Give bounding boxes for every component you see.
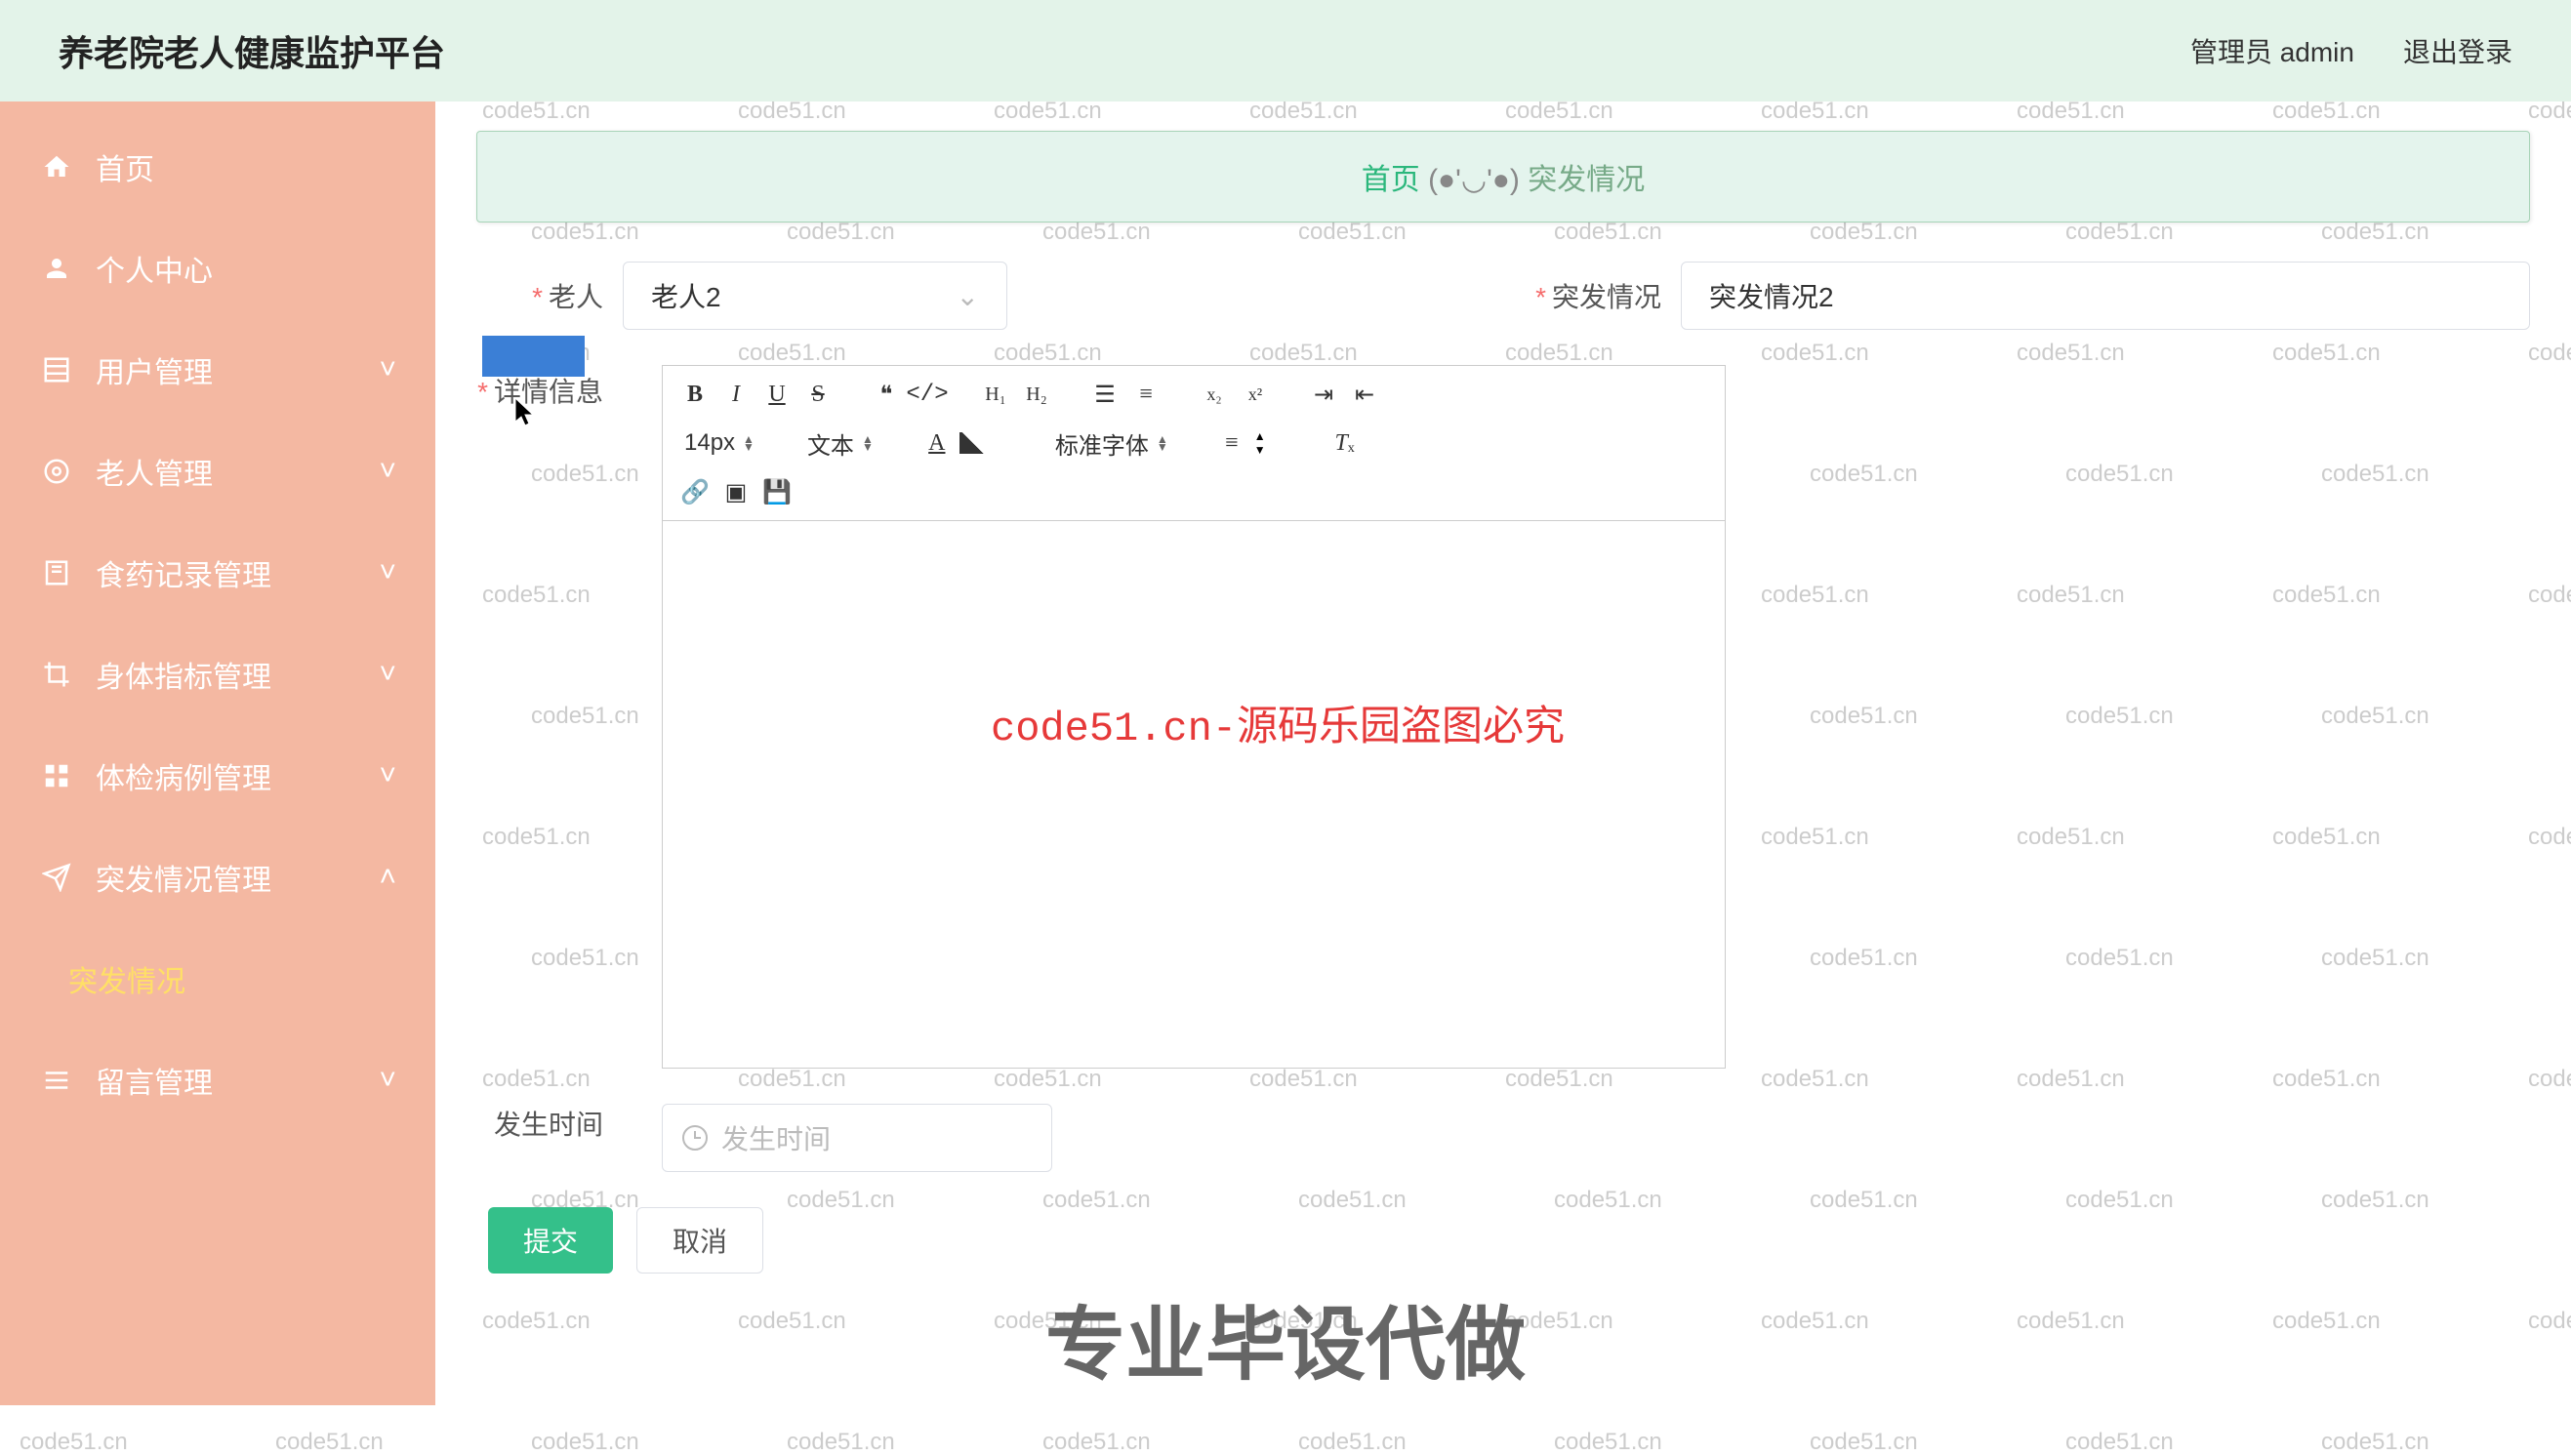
breadcrumb-current: 突发情况 — [1528, 164, 1645, 196]
chevron-down-icon: ˅ — [379, 658, 396, 691]
h2-icon[interactable]: H₂ — [1018, 376, 1055, 413]
underline-icon[interactable]: U — [758, 376, 796, 413]
bold-icon[interactable]: B — [676, 376, 714, 413]
align-icon[interactable]: ≡ — [1213, 425, 1250, 462]
sidebar-item-label: 突发情况管理 — [96, 856, 271, 899]
breadcrumb: 首页 (●'◡'●) 突发情况 — [476, 131, 2530, 222]
time-label: 发生时间 — [476, 1104, 603, 1143]
sidebar-item-9[interactable]: 留言管理 ˅ — [0, 1030, 435, 1131]
clock-icon — [682, 1125, 708, 1151]
save-icon[interactable]: 💾 — [758, 473, 796, 510]
situation-label: *突发情况 — [1495, 276, 1661, 315]
sidebar-item-2[interactable]: 用户管理 ˅ — [0, 319, 435, 421]
menu-icon — [39, 1063, 74, 1098]
clear-format-icon[interactable]: Tₓ — [1326, 425, 1364, 462]
strike-icon[interactable]: S — [799, 376, 837, 413]
sidebar: 首页个人中心用户管理 ˅ 老人管理 ˅ 食药记录管理 ˅ 身体指标管理 ˅ 体检病例管理 ˅ 突发情… — [0, 101, 435, 1405]
italic-icon[interactable]: I — [717, 376, 755, 413]
chevron-down-icon: ˅ — [379, 1064, 396, 1097]
sidebar-item-0[interactable]: 首页 — [0, 116, 435, 218]
sidebar-item-1[interactable]: 个人中心 — [0, 218, 435, 319]
elder-label: *老人 — [476, 276, 603, 315]
chevron-down-icon: ˅ — [379, 759, 396, 792]
grid4-icon — [39, 758, 74, 793]
situation-input[interactable]: 突发情况2 — [1681, 262, 2530, 330]
sidebar-item-label: 留言管理 — [96, 1059, 213, 1102]
indent-icon[interactable]: ⇥ — [1305, 376, 1342, 413]
time-input[interactable]: 发生时间 — [662, 1104, 1052, 1172]
unordered-list-icon[interactable]: ≡ — [1127, 376, 1164, 413]
chevron-up-icon: ˄ — [379, 861, 396, 894]
sidebar-item-label: 体检病例管理 — [96, 754, 271, 797]
superscript-icon[interactable]: x² — [1237, 376, 1274, 413]
app-title: 养老院老人健康监护平台 — [59, 25, 445, 76]
chevron-down-icon: ˅ — [379, 353, 396, 386]
subscript-icon[interactable]: x₂ — [1196, 376, 1233, 413]
fontfamily-select[interactable]: 标准字体 ▲▼ — [1047, 426, 1176, 461]
detail-label: *详情信息 — [476, 365, 603, 410]
sidebar-item-label: 个人中心 — [96, 247, 213, 290]
home-icon — [39, 149, 74, 184]
breadcrumb-home[interactable]: 首页 — [1362, 164, 1420, 196]
image-icon[interactable]: ▣ — [717, 473, 755, 510]
logout-link[interactable]: 退出登录 — [2403, 31, 2512, 70]
h1-icon[interactable]: H₁ — [977, 376, 1014, 413]
editor-body[interactable] — [663, 521, 1725, 1068]
sidebar-item-8[interactable]: 突发情况 — [0, 928, 435, 1030]
quote-icon[interactable]: ❝ — [868, 376, 905, 413]
outdent-icon[interactable]: ⇤ — [1346, 376, 1383, 413]
bg-color-icon[interactable] — [959, 432, 987, 454]
cancel-button[interactable]: 取消 — [636, 1207, 763, 1274]
book-icon — [39, 555, 74, 590]
elder-select-value: 老人2 — [651, 276, 721, 315]
sidebar-item-label: 老人管理 — [96, 450, 213, 493]
editor-toolbar: B I U S ❝ </> H₁ H₂ ☰ ≡ — [663, 366, 1725, 521]
sidebar-item-5[interactable]: 身体指标管理 ˅ — [0, 624, 435, 725]
sidebar-item-6[interactable]: 体检病例管理 ˅ — [0, 725, 435, 827]
main-content: 首页 (●'◡'●) 突发情况 *老人 老人2 ⌄ *突发情况 突发情况2 — [435, 101, 2571, 1405]
sidebar-item-label: 首页 — [96, 145, 154, 188]
font-color-icon[interactable]: A — [918, 425, 956, 462]
grid-icon — [39, 352, 74, 387]
crop-icon — [39, 657, 74, 692]
gear-icon — [39, 454, 74, 489]
header: 养老院老人健康监护平台 管理员 admin 退出登录 — [0, 0, 2571, 101]
link-icon[interactable]: 🔗 — [676, 473, 714, 510]
rich-text-editor: B I U S ❝ </> H₁ H₂ ☰ ≡ — [662, 365, 1726, 1069]
ordered-list-icon[interactable]: ☰ — [1086, 376, 1123, 413]
sidebar-item-3[interactable]: 老人管理 ˅ — [0, 421, 435, 522]
chevron-down-icon: ⌄ — [957, 280, 979, 312]
breadcrumb-separator: (●'◡'●) — [1428, 164, 1520, 196]
user-label[interactable]: 管理员 admin — [2190, 31, 2354, 70]
texttype-select[interactable]: 文本 ▲▼ — [799, 426, 881, 461]
sidebar-item-4[interactable]: 食药记录管理 ˅ — [0, 522, 435, 624]
chevron-down-icon: ˅ — [379, 455, 396, 488]
sidebar-item-label: 突发情况 — [68, 957, 185, 1000]
send-icon — [39, 860, 74, 895]
elder-select[interactable]: 老人2 ⌄ — [623, 262, 1007, 330]
sidebar-item-label: 用户管理 — [96, 348, 213, 391]
sidebar-item-7[interactable]: 突发情况管理 ˄ — [0, 827, 435, 928]
chevron-down-icon: ˅ — [379, 556, 396, 589]
sidebar-item-label: 食药记录管理 — [96, 551, 271, 594]
user-icon — [39, 251, 74, 286]
fontsize-select[interactable]: 14px ▲▼ — [676, 429, 762, 457]
sidebar-item-label: 身体指标管理 — [96, 653, 271, 696]
code-icon[interactable]: </> — [909, 376, 946, 413]
submit-button[interactable]: 提交 — [488, 1207, 613, 1274]
